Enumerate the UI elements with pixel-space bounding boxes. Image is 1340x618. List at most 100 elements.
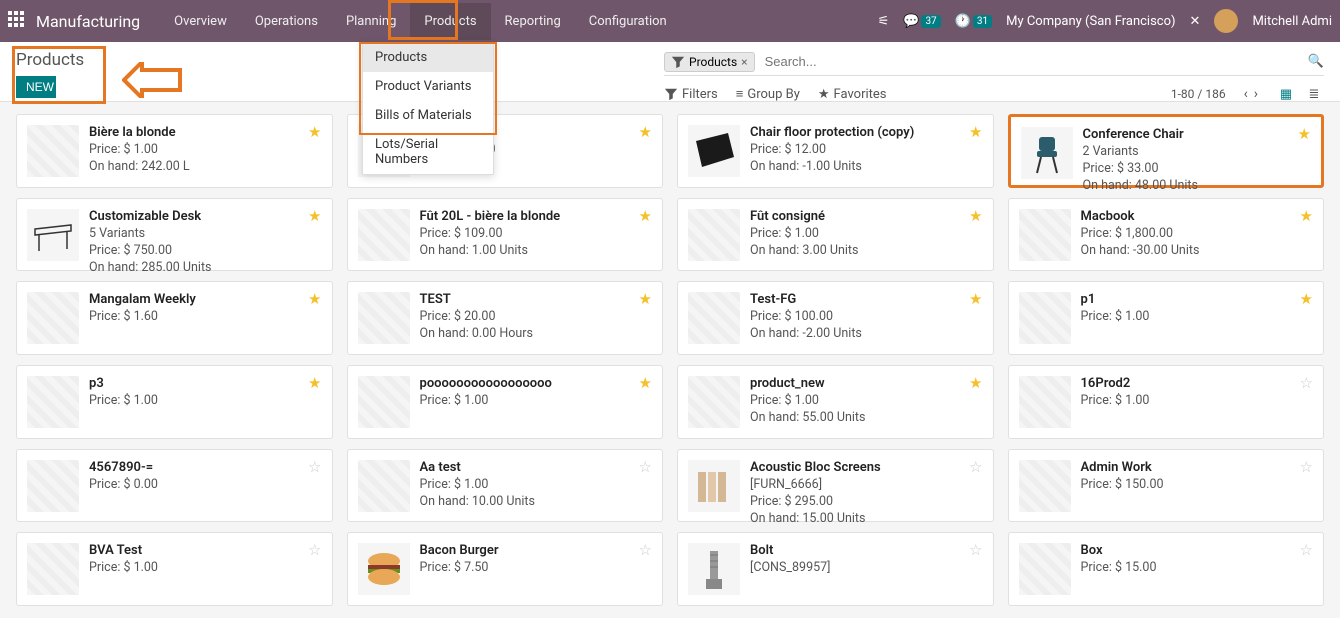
- star-icon[interactable]: ☆: [308, 541, 321, 559]
- product-card[interactable]: Test-FGPrice: $ 100.00On hand: -2.00 Uni…: [677, 281, 994, 355]
- star-icon[interactable]: ☆: [1300, 458, 1313, 476]
- star-icon[interactable]: ★: [639, 123, 652, 141]
- star-icon[interactable]: ★: [969, 290, 982, 308]
- product-card[interactable]: Chair floor protection (copy)Price: $ 12…: [677, 114, 994, 188]
- star-icon[interactable]: ★: [308, 123, 321, 141]
- product-thumb: [27, 543, 79, 595]
- product-card[interactable]: Customizable Desk5 VariantsPrice: $ 750.…: [16, 198, 333, 272]
- star-icon[interactable]: ★: [1300, 290, 1313, 308]
- tools-icon[interactable]: ✕: [1190, 14, 1201, 29]
- nav-reporting[interactable]: Reporting: [491, 3, 575, 40]
- product-card[interactable]: Acoustic Bloc Screens[FURN_6666]Price: $…: [677, 449, 994, 523]
- kanban-view: Bière la blondePrice: $ 1.00On hand: 242…: [0, 102, 1340, 618]
- pager[interactable]: 1-80 / 186: [1171, 87, 1226, 101]
- dropdown-item-bills-of-materials[interactable]: Bills of Materials: [363, 101, 493, 130]
- nav-operations[interactable]: Operations: [241, 3, 332, 40]
- search-input[interactable]: [761, 50, 1302, 73]
- product-onhand: On hand: 15.00 Units: [750, 511, 983, 526]
- star-icon[interactable]: ☆: [1300, 374, 1313, 392]
- product-price: Price: $ 750.00: [89, 243, 322, 258]
- product-onhand: On hand: -2.00 Units: [750, 326, 983, 341]
- star-icon[interactable]: ★: [639, 290, 652, 308]
- nav-products[interactable]: Products: [410, 3, 490, 40]
- product-price: Price: $ 1.00: [1081, 393, 1314, 408]
- product-name: Aa test: [420, 460, 653, 475]
- new-button[interactable]: NEW: [16, 76, 56, 98]
- product-thumb: [688, 209, 740, 261]
- product-thumb: [688, 125, 740, 177]
- product-card[interactable]: Bolt[CONS_89957]☆: [677, 532, 994, 606]
- star-icon[interactable]: ★: [308, 374, 321, 392]
- product-price: Price: $ 1.00: [89, 142, 322, 157]
- user-name[interactable]: Mitchell Admi: [1252, 14, 1332, 29]
- product-name: Bolt: [750, 543, 983, 558]
- nav-overview[interactable]: Overview: [160, 3, 241, 40]
- star-icon[interactable]: ★: [308, 290, 321, 308]
- product-card[interactable]: BoxPrice: $ 15.00☆: [1008, 532, 1325, 606]
- product-card[interactable]: Admin WorkPrice: $ 150.00☆: [1008, 449, 1325, 523]
- page-next-icon[interactable]: ›: [1254, 86, 1258, 102]
- activity-button[interactable]: 🕐 31: [955, 14, 992, 29]
- star-icon[interactable]: ★: [308, 207, 321, 225]
- product-name: Test-FG: [750, 292, 983, 307]
- star-icon[interactable]: ★: [969, 123, 982, 141]
- product-card[interactable]: p3Price: $ 1.00★: [16, 365, 333, 439]
- apps-icon[interactable]: [8, 11, 28, 31]
- product-card[interactable]: TESTPrice: $ 20.00On hand: 0.00 Hours★: [347, 281, 664, 355]
- dropdown-item-products[interactable]: Products: [363, 43, 493, 72]
- product-thumb: [27, 209, 79, 261]
- favorites-button[interactable]: ★ Favorites: [818, 87, 887, 102]
- product-price: Price: $ 1.00: [89, 560, 322, 575]
- product-card[interactable]: 16Prod2Price: $ 1.00☆: [1008, 365, 1325, 439]
- barcode-icon[interactable]: ⚟: [878, 14, 890, 29]
- star-icon[interactable]: ★: [969, 207, 982, 225]
- product-card[interactable]: Aa testPrice: $ 1.00On hand: 10.00 Units…: [347, 449, 664, 523]
- product-card[interactable]: pooooooooooooooooo Price: $ 1.00★: [347, 365, 664, 439]
- group-by-button[interactable]: ≡ Group By: [736, 86, 800, 102]
- product-card[interactable]: Fût consignéPrice: $ 1.00On hand: 3.00 U…: [677, 198, 994, 272]
- filters-button[interactable]: Filters: [664, 87, 718, 102]
- messages-button[interactable]: 💬 37: [903, 14, 940, 29]
- product-card[interactable]: Conference Chair2 VariantsPrice: $ 33.00…: [1008, 114, 1325, 188]
- product-price: Price: $ 1.00: [89, 393, 322, 408]
- view-list-button[interactable]: ≣: [1304, 84, 1324, 104]
- company-switcher[interactable]: My Company (San Francisco): [1006, 14, 1175, 29]
- product-card[interactable]: Bacon BurgerPrice: $ 7.50☆: [347, 532, 664, 606]
- star-icon[interactable]: ☆: [969, 458, 982, 476]
- star-icon[interactable]: ★: [639, 207, 652, 225]
- view-kanban-button[interactable]: ▦: [1276, 84, 1296, 104]
- product-thumb: [1019, 543, 1071, 595]
- star-icon[interactable]: ★: [639, 374, 652, 392]
- product-card[interactable]: product_newPrice: $ 1.00On hand: 55.00 U…: [677, 365, 994, 439]
- page-prev-icon[interactable]: ‹: [1244, 86, 1248, 102]
- product-price: Price: $ 1.00: [420, 393, 653, 408]
- product-name: pooooooooooooooooo: [420, 376, 653, 391]
- chip-remove-icon[interactable]: ×: [741, 55, 747, 69]
- star-icon[interactable]: ☆: [308, 458, 321, 476]
- dropdown-item-lots-serial-numbers[interactable]: Lots/Serial Numbers: [363, 130, 493, 174]
- star-icon[interactable]: ☆: [639, 458, 652, 476]
- product-card[interactable]: p1Price: $ 1.00★: [1008, 281, 1325, 355]
- product-card[interactable]: Bière la blondePrice: $ 1.00On hand: 242…: [16, 114, 333, 188]
- star-icon[interactable]: ☆: [1300, 541, 1313, 559]
- product-card[interactable]: 4567890-=Price: $ 0.00☆: [16, 449, 333, 523]
- product-thumb: [688, 376, 740, 428]
- product-price: Price: $ 1.60: [89, 309, 322, 324]
- search-icon[interactable]: 🔍: [1308, 54, 1324, 69]
- star-icon[interactable]: ★: [969, 374, 982, 392]
- nav-planning[interactable]: Planning: [332, 3, 410, 40]
- nav-configuration[interactable]: Configuration: [575, 3, 681, 40]
- star-icon[interactable]: ☆: [639, 541, 652, 559]
- dropdown-item-product-variants[interactable]: Product Variants: [363, 72, 493, 101]
- product-card[interactable]: Fût 20L - bière la blondePrice: $ 109.00…: [347, 198, 664, 272]
- product-card[interactable]: Mangalam WeeklyPrice: $ 1.60★: [16, 281, 333, 355]
- product-card[interactable]: BVA TestPrice: $ 1.00☆: [16, 532, 333, 606]
- product-onhand: On hand: 285.00 Units: [89, 260, 322, 275]
- star-icon[interactable]: ☆: [969, 541, 982, 559]
- search-chip-products[interactable]: Products ×: [664, 52, 755, 72]
- product-onhand: On hand: 3.00 Units: [750, 243, 983, 258]
- product-card[interactable]: MacbookPrice: $ 1,800.00On hand: -30.00 …: [1008, 198, 1325, 272]
- star-icon[interactable]: ★: [1300, 207, 1313, 225]
- star-icon[interactable]: ★: [1298, 125, 1311, 143]
- avatar[interactable]: [1214, 9, 1238, 33]
